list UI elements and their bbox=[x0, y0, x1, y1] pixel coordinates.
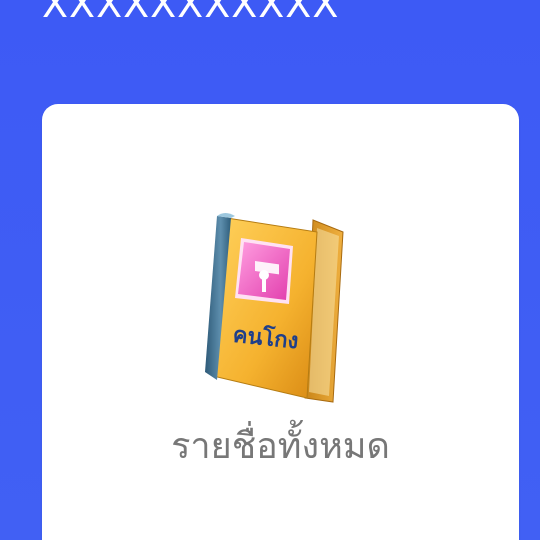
app-screen: XXXXXXXXXXX คนโกง รายชื่อทั้งหมด bbox=[0, 0, 540, 540]
all-contacts-label: รายชื่อทั้งหมด bbox=[171, 426, 390, 467]
address-book-icon-svg: คนโกง bbox=[205, 213, 344, 403]
address-book-icon: คนโกง bbox=[205, 212, 355, 412]
header-title: XXXXXXXXXXX bbox=[42, 0, 340, 26]
all-contacts-card[interactable]: คนโกง รายชื่อทั้งหมด bbox=[42, 104, 519, 540]
